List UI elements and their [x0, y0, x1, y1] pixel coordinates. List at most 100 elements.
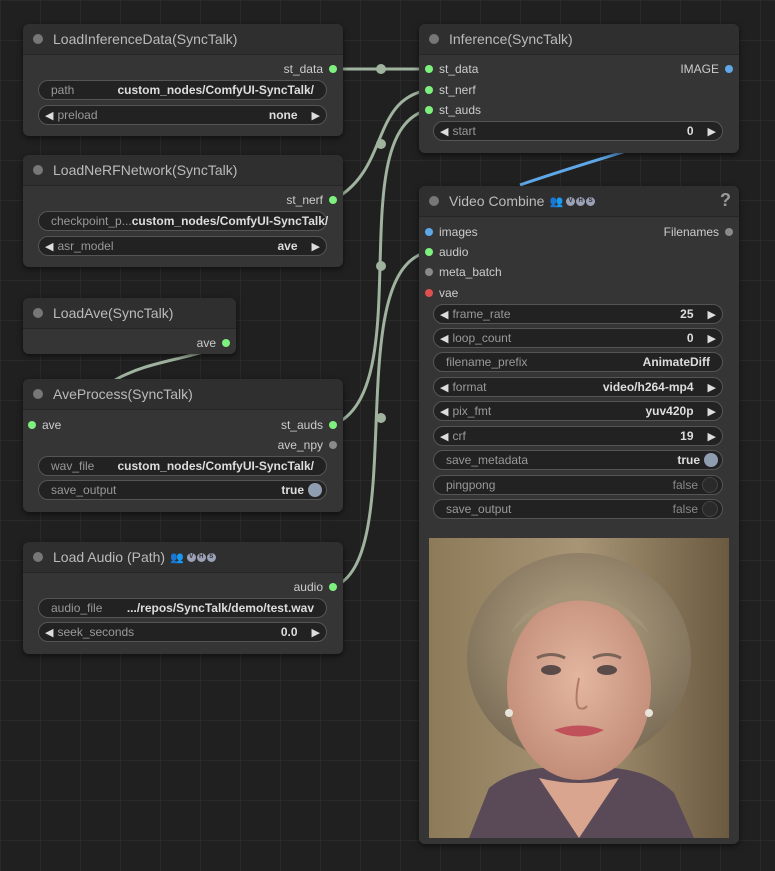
output-st-nerf[interactable]: st_nerf	[286, 193, 337, 207]
video-preview[interactable]	[429, 538, 729, 838]
seek-seconds-stepper[interactable]: ◀ seek_seconds 0.0 ▶	[38, 622, 327, 642]
node-title-bar[interactable]: Inference(SyncTalk)	[419, 24, 739, 55]
left-arrow-icon[interactable]: ◀	[440, 125, 448, 138]
crf-stepper[interactable]: ◀ crf 19 ▶	[433, 426, 723, 446]
input-slot-icon[interactable]	[425, 106, 433, 114]
right-arrow-icon[interactable]: ▶	[708, 381, 716, 394]
load-inference-data-node[interactable]: LoadInferenceData(SyncTalk) st_data path…	[23, 24, 343, 136]
right-arrow-icon[interactable]: ▶	[312, 109, 320, 122]
input-vae[interactable]: vae	[425, 286, 458, 300]
output-slot-icon[interactable]	[329, 196, 337, 204]
inference-node[interactable]: Inference(SyncTalk) st_data st_nerf st_a…	[419, 24, 739, 153]
collapse-dot-icon[interactable]	[33, 165, 43, 175]
toggle-knob-icon[interactable]	[308, 483, 322, 497]
output-slot-icon[interactable]	[329, 421, 337, 429]
load-nerf-network-node[interactable]: LoadNeRFNetwork(SyncTalk) st_nerf checkp…	[23, 155, 343, 267]
input-audio[interactable]: audio	[425, 245, 468, 259]
input-slot-icon[interactable]	[425, 248, 433, 256]
output-slot-icon[interactable]	[329, 65, 337, 73]
output-image[interactable]: IMAGE	[680, 62, 733, 76]
output-audio[interactable]: audio	[293, 580, 337, 594]
right-arrow-icon[interactable]: ▶	[312, 626, 320, 639]
toggle-knob-icon[interactable]	[702, 477, 718, 493]
save-output-toggle[interactable]: save_output true	[38, 480, 327, 500]
widget-label: format	[452, 380, 487, 394]
toggle-knob-icon[interactable]	[702, 501, 718, 517]
collapse-dot-icon[interactable]	[33, 389, 43, 399]
input-slot-icon[interactable]	[425, 65, 433, 73]
left-arrow-icon[interactable]: ◀	[440, 381, 448, 394]
collapse-dot-icon[interactable]	[429, 196, 439, 206]
collapse-dot-icon[interactable]	[33, 34, 43, 44]
output-slot-icon[interactable]	[222, 339, 230, 347]
left-arrow-icon[interactable]: ◀	[45, 626, 53, 639]
video-combine-node[interactable]: Video Combine 👥 V H S ? images audio met…	[419, 186, 739, 844]
right-arrow-icon[interactable]: ▶	[708, 430, 716, 443]
audio-file-field[interactable]: audio_file .../repos/SyncTalk/demo/test.…	[38, 598, 327, 618]
input-slot-icon[interactable]	[425, 268, 433, 276]
node-title-bar[interactable]: LoadInferenceData(SyncTalk)	[23, 24, 343, 55]
input-st-auds[interactable]: st_auds	[425, 103, 481, 117]
right-arrow-icon[interactable]: ▶	[708, 125, 716, 138]
loop-count-stepper[interactable]: ◀ loop_count 0 ▶	[433, 328, 723, 348]
pingpong-toggle[interactable]: pingpong false	[433, 475, 723, 495]
checkpoint-path-field[interactable]: checkpoint_p... custom_nodes/ComfyUI-Syn…	[38, 211, 328, 231]
right-arrow-icon[interactable]: ▶	[708, 405, 716, 418]
input-st-nerf[interactable]: st_nerf	[425, 83, 476, 97]
output-slot-icon[interactable]	[725, 65, 733, 73]
input-st-data[interactable]: st_data	[425, 62, 478, 76]
input-images[interactable]: images	[425, 225, 478, 239]
input-slot-icon[interactable]	[28, 421, 36, 429]
node-title-bar[interactable]: Video Combine 👥 V H S ?	[419, 186, 739, 217]
save-value: true	[281, 483, 304, 497]
output-filenames[interactable]: Filenames	[664, 225, 733, 239]
node-title-bar[interactable]: LoadAve(SyncTalk)	[23, 298, 236, 329]
collapse-dot-icon[interactable]	[33, 552, 43, 562]
ave-process-node[interactable]: AveProcess(SyncTalk) ave st_auds ave_npy…	[23, 379, 343, 512]
output-st-data[interactable]: st_data	[284, 62, 337, 76]
output-ave[interactable]: ave	[197, 336, 230, 350]
node-title-bar[interactable]: Load Audio (Path) 👥 V H S	[23, 542, 343, 573]
wav-file-field[interactable]: wav_file custom_nodes/ComfyUI-SyncTalk/	[38, 456, 327, 476]
right-arrow-icon[interactable]: ▶	[708, 308, 716, 321]
filename-prefix-field[interactable]: filename_prefix AnimateDiff	[433, 352, 723, 372]
help-icon[interactable]: ?	[720, 190, 731, 211]
asr-model-combo[interactable]: ◀ asr_model ave ▶	[38, 236, 327, 256]
right-arrow-icon[interactable]: ▶	[708, 332, 716, 345]
right-arrow-icon[interactable]: ▶	[312, 240, 320, 253]
collapse-dot-icon[interactable]	[33, 308, 43, 318]
output-slot-icon[interactable]	[329, 583, 337, 591]
left-arrow-icon[interactable]: ◀	[440, 405, 448, 418]
format-combo[interactable]: ◀ format video/h264-mp4 ▶	[433, 377, 723, 397]
left-arrow-icon[interactable]: ◀	[45, 109, 53, 122]
output-ave-npy[interactable]: ave_npy	[278, 438, 337, 452]
left-arrow-icon[interactable]: ◀	[440, 430, 448, 443]
node-title-bar[interactable]: LoadNeRFNetwork(SyncTalk)	[23, 155, 343, 186]
input-slot-icon[interactable]	[425, 228, 433, 236]
audio-file-value: .../repos/SyncTalk/demo/test.wav	[126, 601, 314, 615]
node-title-bar[interactable]: AveProcess(SyncTalk)	[23, 379, 343, 410]
start-stepper[interactable]: ◀ start 0 ▶	[433, 121, 723, 141]
left-arrow-icon[interactable]: ◀	[440, 308, 448, 321]
input-meta-batch[interactable]: meta_batch	[425, 265, 502, 279]
widget-value: yuv420p	[645, 404, 694, 418]
output-label: audio	[293, 580, 323, 594]
input-slot-icon[interactable]	[425, 86, 433, 94]
frame-rate-stepper[interactable]: ◀ frame_rate 25 ▶	[433, 304, 723, 324]
load-ave-node[interactable]: LoadAve(SyncTalk) ave	[23, 298, 236, 354]
save-output-toggle[interactable]: save_output false	[433, 499, 723, 519]
left-arrow-icon[interactable]: ◀	[440, 332, 448, 345]
preload-combo[interactable]: ◀ preload none ▶	[38, 105, 327, 125]
left-arrow-icon[interactable]: ◀	[45, 240, 53, 253]
pix-fmt-combo[interactable]: ◀ pix_fmt yuv420p ▶	[433, 401, 723, 421]
collapse-dot-icon[interactable]	[429, 34, 439, 44]
toggle-knob-icon[interactable]	[704, 453, 718, 467]
input-ave[interactable]: ave	[28, 418, 61, 432]
load-audio-node[interactable]: Load Audio (Path) 👥 V H S audio audio_fi…	[23, 542, 343, 654]
output-slot-icon[interactable]	[725, 228, 733, 236]
save-metadata-toggle[interactable]: save_metadata true	[433, 450, 723, 470]
output-st-auds[interactable]: st_auds	[281, 418, 337, 432]
input-slot-icon[interactable]	[425, 289, 433, 297]
path-field[interactable]: path custom_nodes/ComfyUI-SyncTalk/	[38, 80, 327, 100]
output-slot-icon[interactable]	[329, 441, 337, 449]
